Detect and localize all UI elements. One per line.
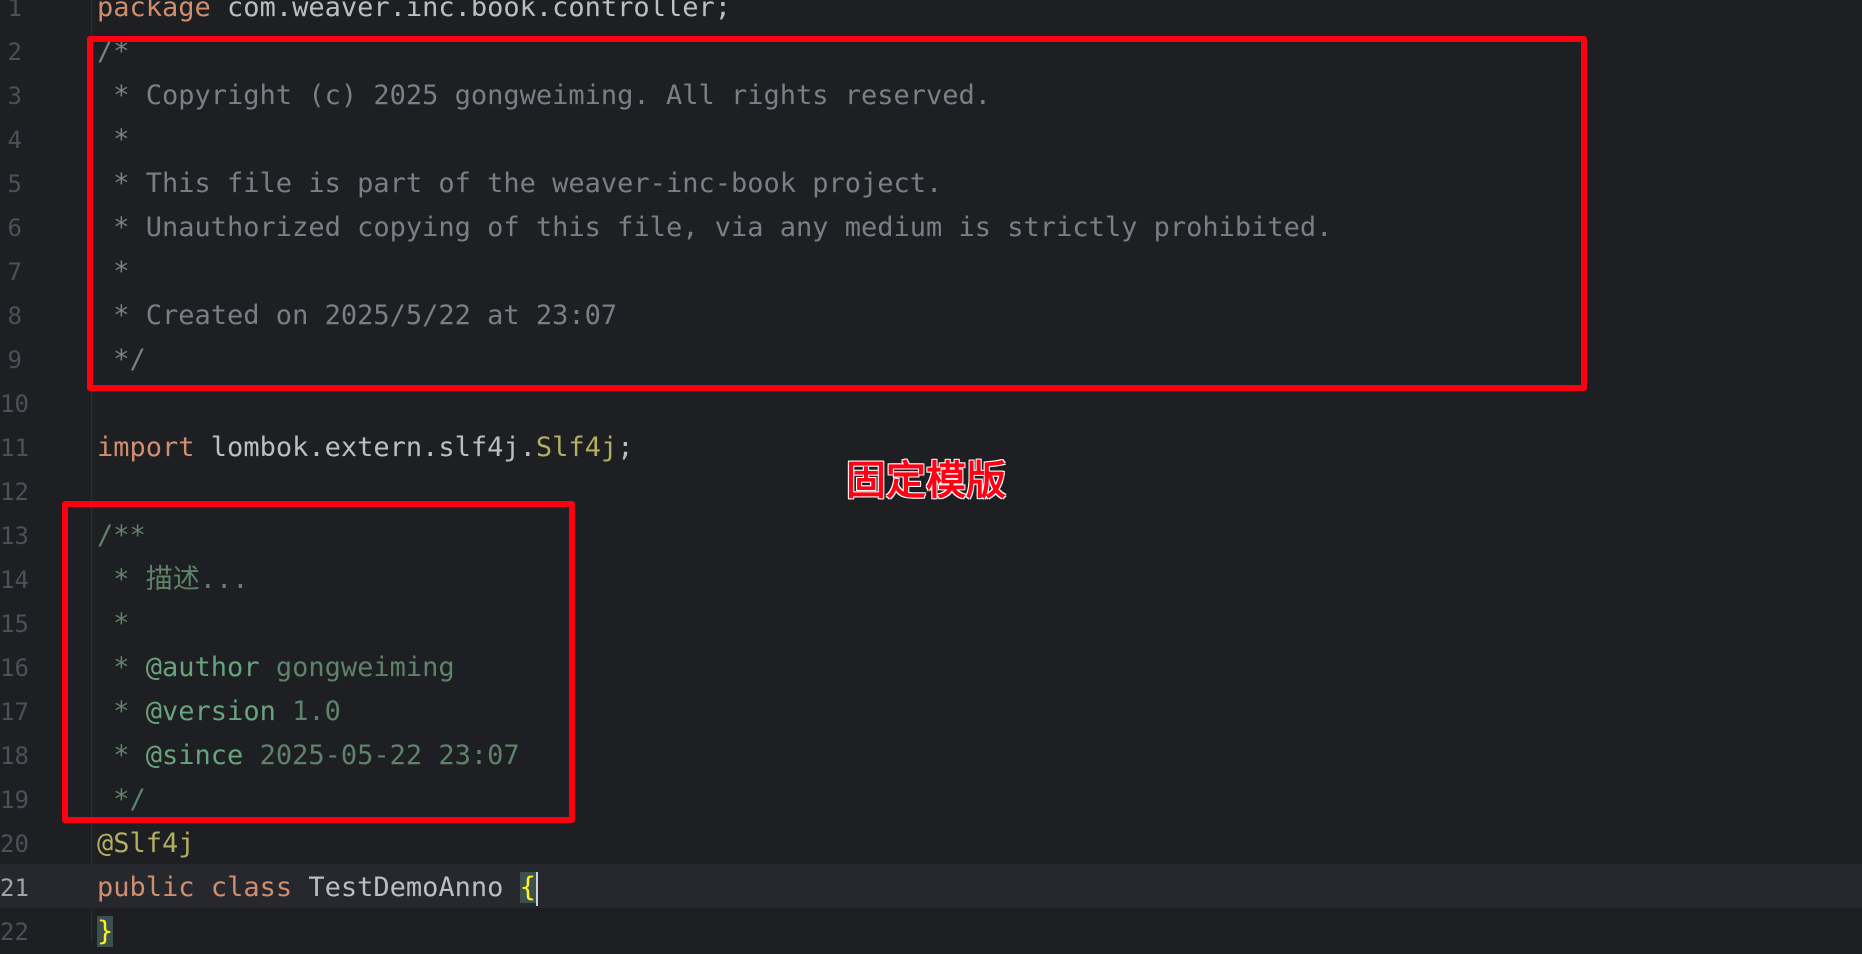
code-line-21[interactable]: public class TestDemoAnno {: [97, 866, 538, 910]
line-number: 7: [7, 258, 22, 286]
code-line-11[interactable]: import lombok.extern.slf4j.Slf4j;: [97, 426, 633, 470]
line-number: 18: [0, 742, 29, 770]
line-number: 19: [0, 786, 29, 814]
line-number: 21: [0, 874, 29, 902]
line-number: 13: [0, 522, 29, 550]
line-number: 17: [0, 698, 29, 726]
header-comment-highlight-box: [87, 36, 1587, 391]
line-number: 3: [7, 82, 22, 110]
line-number: 11: [0, 434, 29, 462]
code-line-22[interactable]: }: [97, 910, 114, 954]
line-number: 22: [0, 918, 29, 946]
line-number: 15: [0, 610, 29, 638]
annotation-label: 固定模版: [846, 458, 1006, 504]
line-number: 10: [0, 390, 29, 418]
closing-brace: }: [97, 916, 114, 947]
line-number: 4: [7, 126, 22, 154]
code-line-1[interactable]: package com.weaver.inc.book.controller;: [97, 0, 731, 30]
line-number: 8: [7, 302, 22, 330]
line-number: 9: [7, 346, 22, 374]
javadoc-highlight-box: [62, 501, 575, 823]
matching-brace: {: [519, 872, 536, 903]
line-number: 20: [0, 830, 29, 858]
code-line-20[interactable]: @Slf4j: [97, 822, 195, 866]
line-number: 5: [7, 170, 22, 198]
line-number: 1: [7, 0, 22, 22]
line-number: 14: [0, 566, 29, 594]
text-caret: [535, 871, 538, 906]
line-number: 12: [0, 478, 29, 506]
line-number: 2: [7, 38, 22, 66]
line-number: 16: [0, 654, 29, 682]
line-number: 6: [7, 214, 22, 242]
